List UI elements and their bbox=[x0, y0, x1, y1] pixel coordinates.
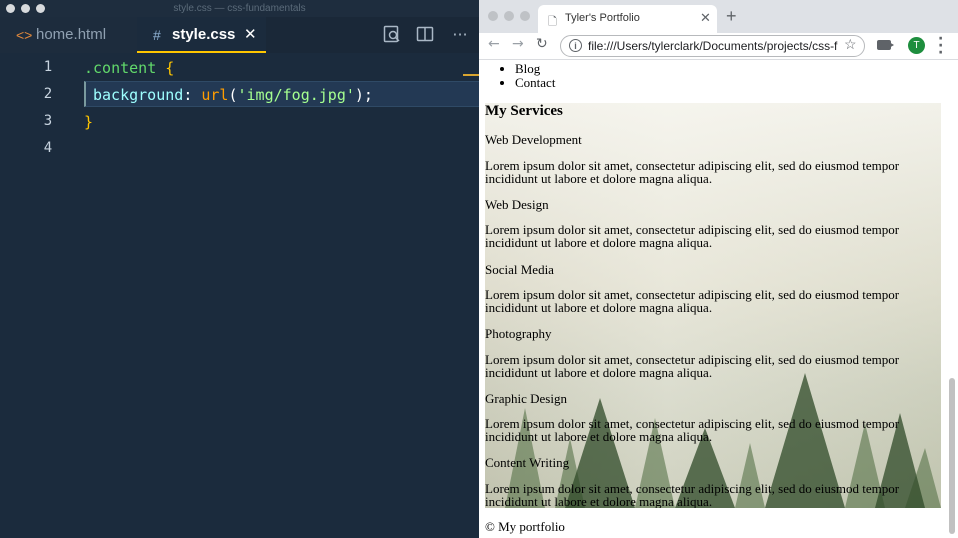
maximize-window-icon[interactable] bbox=[520, 11, 530, 21]
open-brace: { bbox=[165, 59, 175, 77]
hash-icon: # bbox=[153, 27, 161, 43]
css-function: url bbox=[201, 86, 229, 104]
page-icon: 🗋 bbox=[548, 16, 557, 28]
new-tab-icon[interactable]: + bbox=[726, 6, 737, 27]
tab-label: home.html bbox=[36, 26, 107, 43]
back-arrow-icon[interactable]: ← bbox=[488, 36, 500, 52]
css-property: background bbox=[93, 86, 184, 104]
service-description: Lorem ipsum dolor sit amet, consectetur … bbox=[485, 287, 900, 315]
services-section: My Services Web Development Lorem ipsum … bbox=[485, 103, 941, 508]
info-icon[interactable]: i bbox=[569, 39, 582, 52]
service-title: Content Writing bbox=[485, 455, 570, 470]
reload-icon[interactable]: ↻ bbox=[536, 36, 548, 52]
browser-tab-strip: 🗋 Tyler's Portfolio ✕ + bbox=[479, 0, 958, 33]
close-icon[interactable]: ✕ bbox=[244, 17, 257, 53]
colon: : bbox=[183, 86, 193, 104]
nav-link-blog[interactable]: Blog bbox=[515, 62, 555, 76]
page-footer: © My portfolio bbox=[485, 519, 565, 534]
editor-titlebar: style.css — css-fundamentals bbox=[0, 0, 479, 17]
service-title: Photography bbox=[485, 326, 552, 341]
service-description: Lorem ipsum dolor sit amet, consectetur … bbox=[485, 416, 900, 444]
video-camera-icon[interactable] bbox=[877, 40, 894, 50]
service-title: Social Media bbox=[485, 262, 554, 277]
code-area[interactable]: 1 2 3 4 .content { background: url('img/… bbox=[0, 54, 479, 538]
tab-home-html[interactable]: <> home.html bbox=[0, 17, 137, 53]
split-editor-icon[interactable] bbox=[415, 25, 435, 45]
service-title: Web Development bbox=[485, 132, 582, 147]
paren-close: ); bbox=[354, 86, 373, 104]
line-number: 4 bbox=[43, 140, 53, 156]
service-description: Lorem ipsum dolor sit amet, consectetur … bbox=[485, 481, 900, 508]
html-code-icon: <> bbox=[16, 27, 33, 43]
tab-style-css[interactable]: # style.css ✕ bbox=[137, 17, 266, 53]
code-editor: style.css — css-fundamentals <> home.htm… bbox=[0, 0, 479, 538]
service-description: Lorem ipsum dolor sit amet, consectetur … bbox=[485, 222, 900, 250]
close-tab-icon[interactable]: ✕ bbox=[700, 10, 711, 26]
css-string: 'img/fog.jpg' bbox=[237, 86, 355, 104]
open-preview-icon[interactable] bbox=[382, 25, 402, 45]
url-text[interactable]: file:///Users/tylerclark/Documents/proje… bbox=[588, 39, 838, 53]
overview-ruler-marker bbox=[463, 74, 479, 76]
address-bar[interactable]: i file:///Users/tylerclark/Documents/pro… bbox=[560, 35, 865, 57]
nav-list: Blog Contact bbox=[501, 62, 555, 90]
more-actions-icon[interactable]: ··· bbox=[450, 25, 470, 45]
browser-tab[interactable]: 🗋 Tyler's Portfolio ✕ bbox=[538, 5, 717, 33]
line-number: 1 bbox=[43, 59, 53, 75]
editor-tab-bar: <> home.html # style.css ✕ ··· bbox=[0, 17, 479, 53]
line-number: 2 bbox=[43, 86, 53, 102]
services-heading: My Services bbox=[485, 103, 563, 119]
profile-avatar[interactable]: T bbox=[908, 37, 925, 54]
service-title: Web Design bbox=[485, 197, 549, 212]
minimize-window-icon[interactable] bbox=[504, 11, 514, 21]
nav-link-contact[interactable]: Contact bbox=[515, 76, 555, 90]
tab-label: style.css bbox=[172, 26, 236, 43]
forward-arrow-icon[interactable]: → bbox=[512, 36, 524, 52]
browser-tab-title: Tyler's Portfolio bbox=[565, 12, 640, 24]
browser-toolbar: ← → ↻ i file:///Users/tylerclark/Documen… bbox=[479, 32, 958, 60]
css-selector: .content bbox=[84, 59, 157, 77]
service-title: Graphic Design bbox=[485, 391, 567, 406]
close-brace: } bbox=[84, 113, 94, 131]
browser-window: 🗋 Tyler's Portfolio ✕ + ← → ↻ i file:///… bbox=[479, 0, 958, 538]
editor-window-title: style.css — css-fundamentals bbox=[173, 3, 306, 14]
paren-open: ( bbox=[228, 86, 238, 104]
code-line-1: .content { bbox=[84, 59, 174, 77]
bookmark-star-icon[interactable]: ☆ bbox=[844, 36, 857, 53]
line-number: 3 bbox=[43, 113, 53, 129]
service-description: Lorem ipsum dolor sit amet, consectetur … bbox=[485, 158, 900, 186]
service-description: Lorem ipsum dolor sit amet, consectetur … bbox=[485, 352, 900, 380]
code-line-3: } bbox=[84, 113, 93, 131]
browser-menu-icon[interactable]: · · · bbox=[938, 32, 943, 60]
page-viewport[interactable]: Blog Contact My S bbox=[479, 60, 958, 538]
close-window-icon[interactable] bbox=[488, 11, 498, 21]
code-line-2: background: url('img/fog.jpg'); bbox=[93, 86, 373, 104]
page-scrollbar[interactable] bbox=[949, 378, 955, 534]
